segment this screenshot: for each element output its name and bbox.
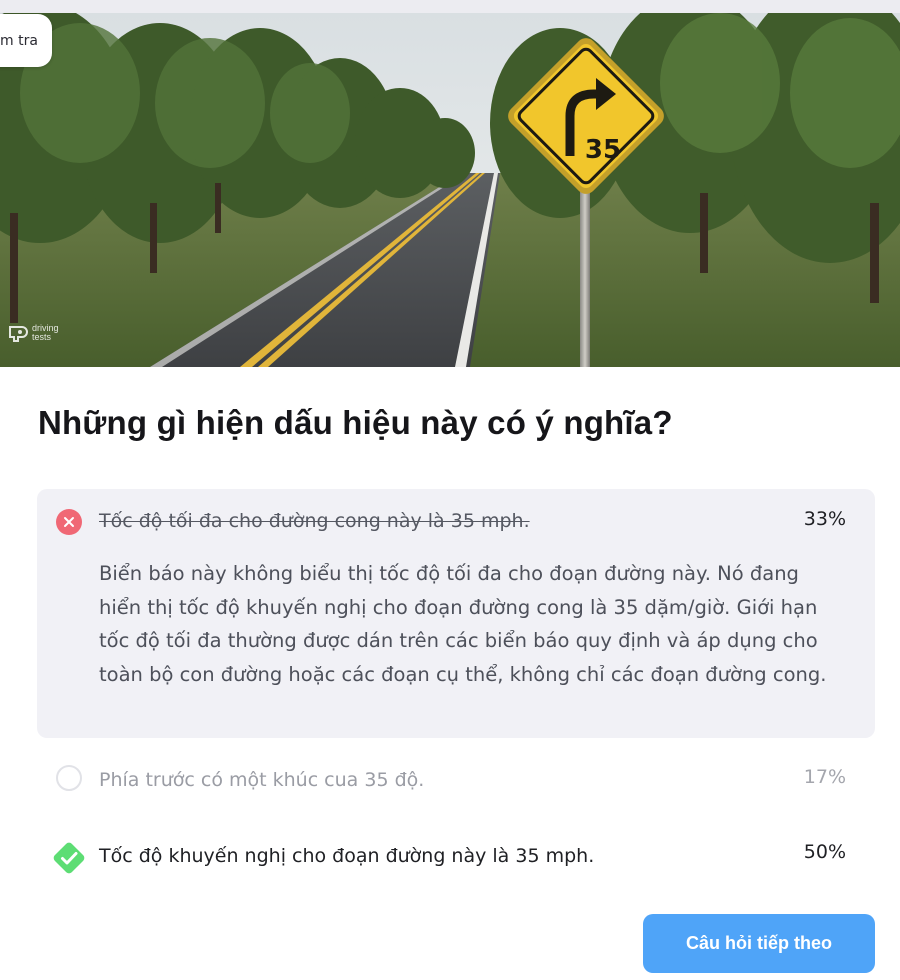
next-question-button[interactable]: Câu hỏi tiếp theo bbox=[643, 914, 875, 973]
answer-option-3[interactable]: Tốc độ khuyến nghị cho đoạn đường này là… bbox=[37, 818, 875, 892]
answer-label: Tốc độ tối đa cho đường cong này là 35 m… bbox=[99, 510, 530, 532]
answer-percent: 17% bbox=[803, 766, 846, 788]
road-sign-illustration: 35 bbox=[0, 13, 900, 367]
answer-label: Tốc độ khuyến nghị cho đoạn đường này là… bbox=[99, 845, 595, 867]
mode-badge[interactable]: m tra bbox=[0, 14, 52, 67]
top-strip bbox=[0, 0, 900, 13]
driving-tests-logo-icon bbox=[9, 326, 28, 342]
watermark-line2: tests bbox=[32, 332, 52, 342]
next-question-label: Câu hỏi tiếp theo bbox=[686, 933, 832, 953]
question-title: Những gì hiện dấu hiệu này có ý nghĩa? bbox=[38, 404, 673, 441]
answer-option-1[interactable]: Tốc độ tối đa cho đường cong này là 35 m… bbox=[37, 489, 875, 738]
wrong-answer-marker bbox=[56, 509, 82, 535]
answer-label: Phía trước có một khúc cua 35 độ. bbox=[99, 769, 425, 791]
radio-marker bbox=[56, 765, 82, 791]
answer-list: Tốc độ tối đa cho đường cong này là 35 m… bbox=[37, 489, 875, 892]
driving-tests-watermark: driving tests bbox=[8, 323, 59, 343]
radio-circle-icon bbox=[56, 765, 82, 791]
answer-percent: 33% bbox=[803, 508, 846, 530]
answer-explanation: Biển báo này không biểu thị tốc độ tối đ… bbox=[99, 562, 827, 686]
sign-speed-text: 35 bbox=[585, 135, 621, 165]
correct-answer-marker bbox=[50, 839, 88, 881]
question-image: 35 bbox=[0, 13, 900, 367]
answer-percent: 50% bbox=[803, 841, 846, 863]
mode-badge-label: m tra bbox=[0, 32, 38, 49]
check-icon bbox=[53, 842, 85, 874]
quiz-page: 35 m tra driving tests Những gì hiện dấu… bbox=[0, 0, 900, 980]
close-icon bbox=[56, 509, 82, 535]
answer-option-2[interactable]: Phía trước có một khúc cua 35 độ. 17% bbox=[37, 738, 875, 818]
